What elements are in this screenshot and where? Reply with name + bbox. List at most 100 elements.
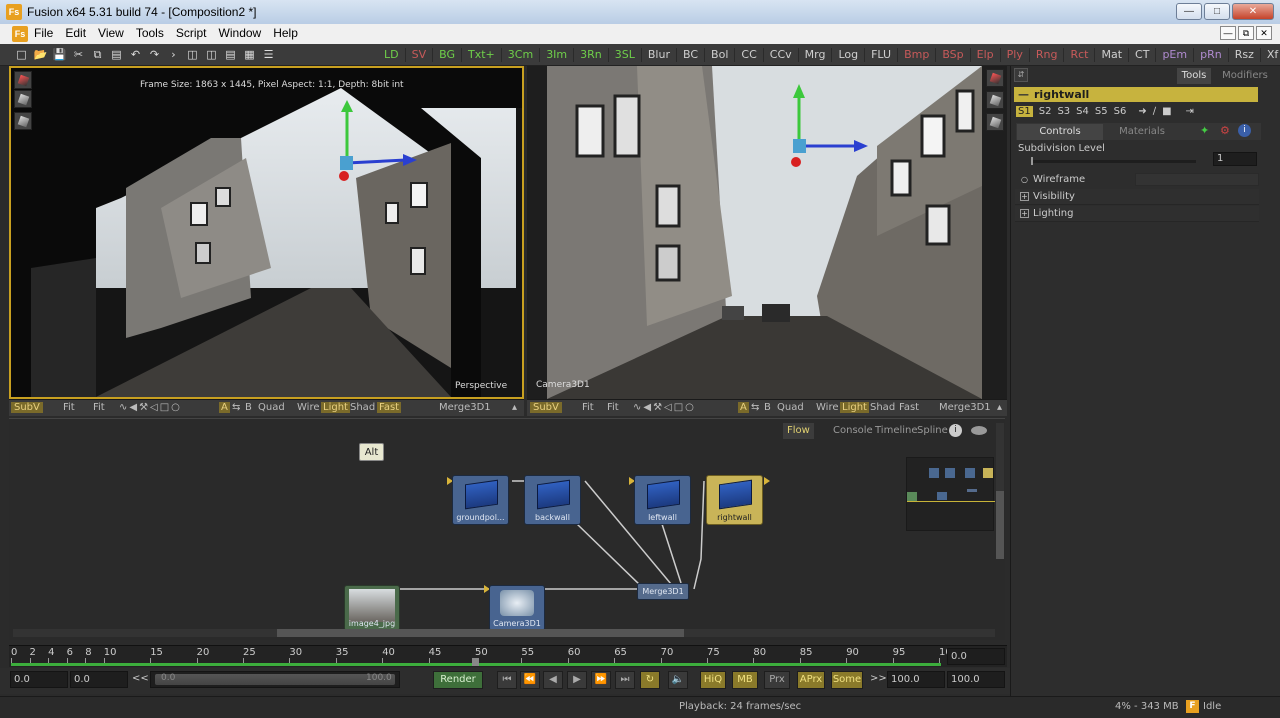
fast-button[interactable]: Fast: [377, 402, 402, 413]
layout-single-icon[interactable]: ◫: [185, 47, 200, 62]
render-start-field[interactable]: 0.0: [70, 671, 128, 688]
menu-edit[interactable]: Edit: [65, 26, 86, 40]
slot-s5[interactable]: S5: [1095, 106, 1108, 117]
tool-button-ccv[interactable]: CCv: [764, 48, 799, 62]
slot-s6[interactable]: S6: [1114, 106, 1127, 117]
node-rightwall[interactable]: rightwall: [706, 475, 763, 525]
minimize-button[interactable]: —: [1176, 3, 1202, 20]
subdivision-slider-handle[interactable]: [1031, 157, 1033, 165]
range-left-icon[interactable]: <<: [132, 673, 149, 684]
tool-button-3rn[interactable]: 3Rn: [574, 48, 609, 62]
slot-s4[interactable]: S4: [1076, 106, 1089, 117]
expand-icon[interactable]: +: [1020, 192, 1029, 201]
mdi-close-button[interactable]: ✕: [1256, 26, 1272, 40]
lighting-section[interactable]: + Lighting: [1015, 206, 1259, 222]
tool-button-rct[interactable]: Rct: [1064, 48, 1096, 62]
tool-button-bc[interactable]: BC: [677, 48, 706, 62]
menu-script[interactable]: Script: [176, 26, 207, 40]
tool-button-flu[interactable]: FLU: [865, 48, 899, 62]
tool-button-blur[interactable]: Blur: [642, 48, 677, 62]
menu-view[interactable]: View: [98, 26, 124, 40]
tab-materials[interactable]: Materials: [1107, 124, 1177, 140]
fast-forward-icon[interactable]: ⏩: [591, 671, 611, 689]
light-button-right[interactable]: Light: [840, 402, 869, 413]
maximize-button[interactable]: □: [1204, 3, 1230, 20]
menu-tools[interactable]: Tools: [136, 26, 164, 40]
redo-icon[interactable]: ↷: [147, 47, 162, 62]
expand-icon[interactable]: +: [1020, 209, 1029, 218]
3d-light-icon-right[interactable]: [986, 113, 1004, 131]
node-backwall[interactable]: backwall: [524, 475, 581, 525]
tab-modifiers[interactable]: Modifiers: [1217, 68, 1273, 84]
open-icon[interactable]: 📂: [33, 47, 48, 62]
flow-editor[interactable]: Flow Console Timeline Spline i groundpol…: [9, 418, 1005, 640]
lock-icon[interactable]: ■: [1162, 106, 1171, 117]
tab-controls[interactable]: Controls: [1017, 124, 1103, 140]
range-slider[interactable]: 0.0 100.0: [150, 671, 400, 688]
menu-file[interactable]: File: [34, 26, 53, 40]
tool-button-cc[interactable]: CC: [735, 48, 764, 62]
global-start-field[interactable]: 0.0: [10, 671, 68, 688]
tool-button-bg[interactable]: BG: [433, 48, 463, 62]
tool-button-rsz[interactable]: Rsz: [1229, 48, 1261, 62]
tool-button-mat[interactable]: Mat: [1095, 48, 1130, 62]
layout-quad-icon[interactable]: ▦: [242, 47, 257, 62]
copy-icon[interactable]: ⧉: [90, 47, 105, 62]
range-right-icon[interactable]: >>: [870, 673, 887, 684]
loop-icon[interactable]: ↻: [640, 671, 660, 689]
tool-button-log[interactable]: Log: [832, 48, 866, 62]
layout-stack-icon[interactable]: ☰: [261, 47, 276, 62]
global-end-field[interactable]: 100.0: [947, 671, 1005, 688]
wire-button-right[interactable]: Wire: [816, 402, 839, 413]
prx-button[interactable]: Prx: [764, 671, 790, 689]
wireframe-row[interactable]: ○ Wireframe: [1015, 172, 1259, 188]
a-buffer-button-right[interactable]: A: [738, 402, 749, 413]
some-button[interactable]: Some: [831, 671, 863, 689]
go-end-icon[interactable]: ⏭: [615, 671, 635, 689]
menu-window[interactable]: Window: [219, 26, 262, 40]
go-start-icon[interactable]: ⏮: [497, 671, 517, 689]
tool-button-bmp[interactable]: Bmp: [898, 48, 937, 62]
tool-button-ct[interactable]: CT: [1129, 48, 1157, 62]
tool-button-ld[interactable]: LD: [378, 48, 406, 62]
viewer-perspective[interactable]: Frame Size: 1863 x 1445, Pixel Aspect: 1…: [9, 66, 524, 399]
viewer-menu-icon[interactable]: ▴: [512, 402, 517, 413]
subview-button[interactable]: SubV: [11, 402, 43, 413]
play-reverse-icon[interactable]: ◀: [543, 671, 563, 689]
fit-button[interactable]: Fit: [63, 402, 75, 413]
wire-button[interactable]: Wire: [297, 402, 320, 413]
shad-button[interactable]: Shad: [350, 402, 375, 413]
save-icon[interactable]: 💾: [52, 47, 67, 62]
cut-icon[interactable]: ✂: [71, 47, 86, 62]
tool-button-3sl[interactable]: 3SL: [609, 48, 642, 62]
layout-split-icon[interactable]: ◫: [204, 47, 219, 62]
flow-horizontal-scrollbar[interactable]: [13, 629, 995, 637]
viewer-camera[interactable]: Camera3D1: [527, 66, 1007, 399]
time-ruler[interactable]: 0 2 4 6 8 10 15 20 25 30 35 40 45 50 55 60 65 70 75 80 85 90 9…: [9, 645, 1007, 667]
fit-button-right[interactable]: Fit: [582, 402, 594, 413]
tool-button-prn[interactable]: pRn: [1194, 48, 1229, 62]
mdi-restore-button[interactable]: ⧉: [1238, 26, 1254, 40]
node-camera3d[interactable]: Camera3D1: [489, 585, 545, 631]
mb-button[interactable]: MB: [732, 671, 758, 689]
node-leftwall[interactable]: leftwall: [634, 475, 691, 525]
3d-view-cube-icon-right[interactable]: [986, 69, 1004, 87]
subdivision-input[interactable]: 1: [1213, 152, 1257, 166]
subview-button-right[interactable]: SubV: [530, 402, 562, 413]
tool-button-txt[interactable]: Txt+: [462, 48, 502, 62]
b-buffer-button-right[interactable]: B: [764, 402, 771, 413]
pin-icon[interactable]: ➜: [1138, 106, 1146, 117]
playhead-marker[interactable]: [472, 658, 479, 666]
viewer-menu-icon-right[interactable]: ▴: [997, 402, 1002, 413]
quad-button[interactable]: Quad: [258, 402, 285, 413]
b-buffer-button[interactable]: B: [245, 402, 252, 413]
tool-button-elp[interactable]: Elp: [971, 48, 1001, 62]
fusion-menu-icon[interactable]: Fs: [12, 26, 28, 42]
close-button[interactable]: ✕: [1232, 3, 1274, 20]
subdivision-slider[interactable]: [1031, 160, 1196, 163]
tool-button-3im[interactable]: 3Im: [540, 48, 575, 62]
tool-button-mrg[interactable]: Mrg: [799, 48, 833, 62]
flow-navigator[interactable]: [906, 457, 995, 531]
tool-button-rng[interactable]: Rng: [1030, 48, 1065, 62]
current-time-field[interactable]: 0.0: [947, 648, 1005, 665]
